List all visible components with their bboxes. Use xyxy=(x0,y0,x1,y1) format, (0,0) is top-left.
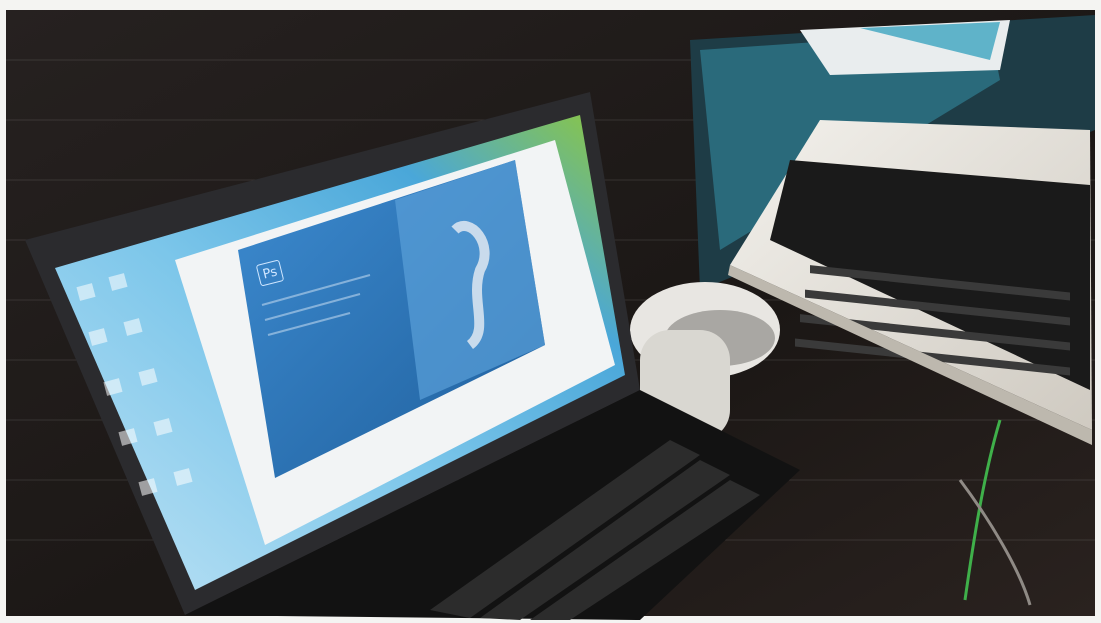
desk-photo: Ps xyxy=(0,0,1101,623)
photo-scene xyxy=(0,0,1101,623)
